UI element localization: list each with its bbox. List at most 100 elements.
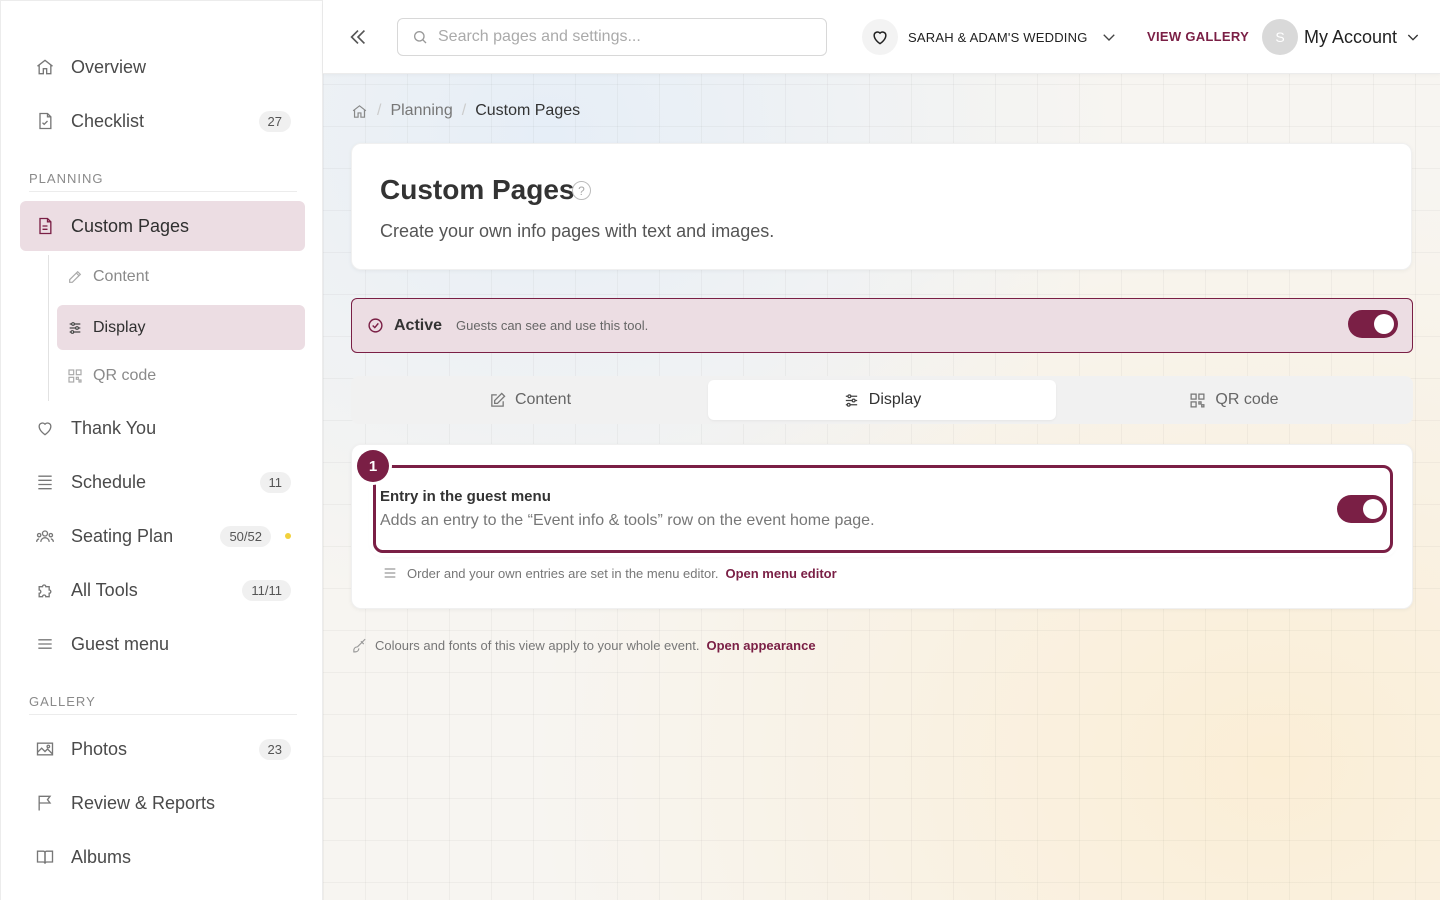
edit-icon <box>489 392 506 409</box>
qr-code-icon <box>1189 392 1206 409</box>
double-chevron-left-icon <box>350 29 366 45</box>
chevron-down-icon <box>1405 29 1421 45</box>
step-badge: 1 <box>357 450 389 482</box>
sidebar-item-custom-pages[interactable]: Custom Pages <box>20 201 305 251</box>
sidebar-item-overview[interactable]: Overview <box>20 42 305 92</box>
appearance-note-text: Colours and fonts of this view apply to … <box>375 638 700 653</box>
section-label-planning: PLANNING <box>29 171 104 186</box>
top-bar: SARAH & ADAM'S WEDDING VIEW GALLERY S My… <box>323 0 1440 74</box>
view-gallery-link[interactable]: VIEW GALLERY <box>1147 29 1249 44</box>
sidebar-item-label: Schedule <box>71 471 147 492</box>
heart-icon <box>34 417 56 439</box>
setting-title: Entry in the guest menu <box>380 488 551 505</box>
status-description: Guests can see and use this tool. <box>456 318 649 333</box>
sub-item-label: QR code <box>93 366 157 384</box>
notification-dot <box>285 533 291 539</box>
sub-nav-line <box>48 255 49 401</box>
sidebar-item-label: Seating Plan <box>71 525 174 546</box>
appearance-note: Colours and fonts of this view apply to … <box>351 637 816 654</box>
heart-icon <box>862 19 898 55</box>
sidebar-item-label: Review & Reports <box>71 792 216 813</box>
sidebar-item-label: Thank You <box>71 417 157 438</box>
image-icon <box>34 738 56 760</box>
count-badge: 50/52 <box>220 525 271 547</box>
list-icon <box>34 471 56 493</box>
sidebar-item-review-reports[interactable]: Review & Reports <box>20 778 305 828</box>
flag-icon <box>34 792 56 814</box>
sidebar-item-label: Guest menu <box>71 633 170 654</box>
sidebar-item-label: Checklist <box>71 110 145 131</box>
count-badge: 11/11 <box>242 579 291 601</box>
page-title: Custom Pages <box>380 174 575 205</box>
sub-item-qr-code[interactable]: QR code <box>57 353 305 398</box>
breadcrumb: / Planning / Custom Pages <box>351 102 580 120</box>
event-name: SARAH & ADAM'S WEDDING <box>908 29 1088 45</box>
search-icon <box>412 29 428 45</box>
event-selector[interactable]: SARAH & ADAM'S WEDDING <box>862 18 1118 56</box>
home-icon[interactable] <box>351 103 368 120</box>
breadcrumb-separator: / <box>377 102 382 119</box>
help-icon[interactable]: ? <box>572 181 591 200</box>
display-settings-card: 1 Entry in the guest menu Adds an entry … <box>351 444 1413 609</box>
menu-note-text: Order and your own entries are set in th… <box>407 565 719 581</box>
search-input[interactable] <box>438 28 798 46</box>
sidebar-item-guest-menu[interactable]: Guest menu <box>20 619 305 669</box>
divider <box>29 191 297 192</box>
section-label-gallery: GALLERY <box>29 694 96 709</box>
tab-content[interactable]: Content <box>355 380 705 420</box>
tab-qr-code[interactable]: QR code <box>1059 380 1409 420</box>
guest-menu-entry-setting <box>373 465 1393 553</box>
page-header-card: Custom Pages ? Create your own info page… <box>351 143 1412 270</box>
sub-item-display[interactable]: Display <box>57 305 305 350</box>
breadcrumb-planning[interactable]: Planning <box>390 102 452 120</box>
divider <box>29 714 297 715</box>
avatar: S <box>1262 19 1298 55</box>
sidebar-item-seating-plan[interactable]: Seating Plan 50/52 <box>20 511 305 561</box>
sidebar-item-albums[interactable]: Albums <box>20 832 305 882</box>
check-circle-icon <box>367 317 384 334</box>
sidebar-item-label: Photos <box>71 738 128 759</box>
chevron-down-icon <box>1100 28 1118 46</box>
sidebar-item-checklist[interactable]: Checklist 27 <box>20 96 305 146</box>
brush-icon <box>351 637 368 654</box>
collapse-sidebar-button[interactable] <box>345 24 371 50</box>
tab-bar: Content Display QR code <box>351 376 1413 424</box>
book-icon <box>34 846 56 868</box>
breadcrumb-separator: / <box>461 102 467 119</box>
people-icon <box>34 525 56 547</box>
account-menu[interactable]: S My Account <box>1262 18 1421 56</box>
tab-display[interactable]: Display <box>708 380 1056 420</box>
sidebar-item-schedule[interactable]: Schedule 11 <box>20 457 305 507</box>
sidebar-item-label: Albums <box>71 846 132 867</box>
menu-icon <box>382 565 398 581</box>
page-subtitle: Create your own info pages with text and… <box>380 221 775 241</box>
puzzle-icon <box>34 579 56 601</box>
sliders-icon <box>843 392 860 409</box>
home-icon <box>34 56 56 78</box>
checklist-icon <box>34 110 56 132</box>
open-menu-editor-link[interactable]: Open menu editor <box>725 566 836 581</box>
sidebar-item-label: Custom Pages <box>71 215 190 236</box>
active-toggle[interactable] <box>1348 310 1398 338</box>
status-bar: Active Guests can see and use this tool. <box>351 298 1413 353</box>
sidebar-item-all-tools[interactable]: All Tools 11/11 <box>20 565 305 615</box>
sub-item-content[interactable]: Content <box>57 254 305 299</box>
status-label: Active <box>394 316 443 334</box>
search-box[interactable] <box>397 18 827 56</box>
tab-label: QR code <box>1215 391 1279 408</box>
menu-editor-note: Order and your own entries are set in th… <box>382 565 837 581</box>
main-content: SARAH & ADAM'S WEDDING VIEW GALLERY S My… <box>323 0 1440 900</box>
qr-code-icon <box>67 368 83 384</box>
sidebar-item-label: Overview <box>71 56 147 77</box>
sidebar-item-photos[interactable]: Photos 23 <box>20 724 305 774</box>
account-label: My Account <box>1304 26 1398 47</box>
sidebar-item-thank-you[interactable]: Thank You <box>20 403 305 453</box>
sliders-icon <box>67 320 83 336</box>
menu-icon <box>34 633 56 655</box>
breadcrumb-current: Custom Pages <box>475 102 581 119</box>
sub-item-label: Display <box>93 318 146 336</box>
sidebar-item-label: All Tools <box>71 579 138 600</box>
count-badge: 11 <box>259 471 291 493</box>
guest-menu-entry-toggle[interactable] <box>1337 495 1387 523</box>
open-appearance-link[interactable]: Open appearance <box>706 638 815 653</box>
